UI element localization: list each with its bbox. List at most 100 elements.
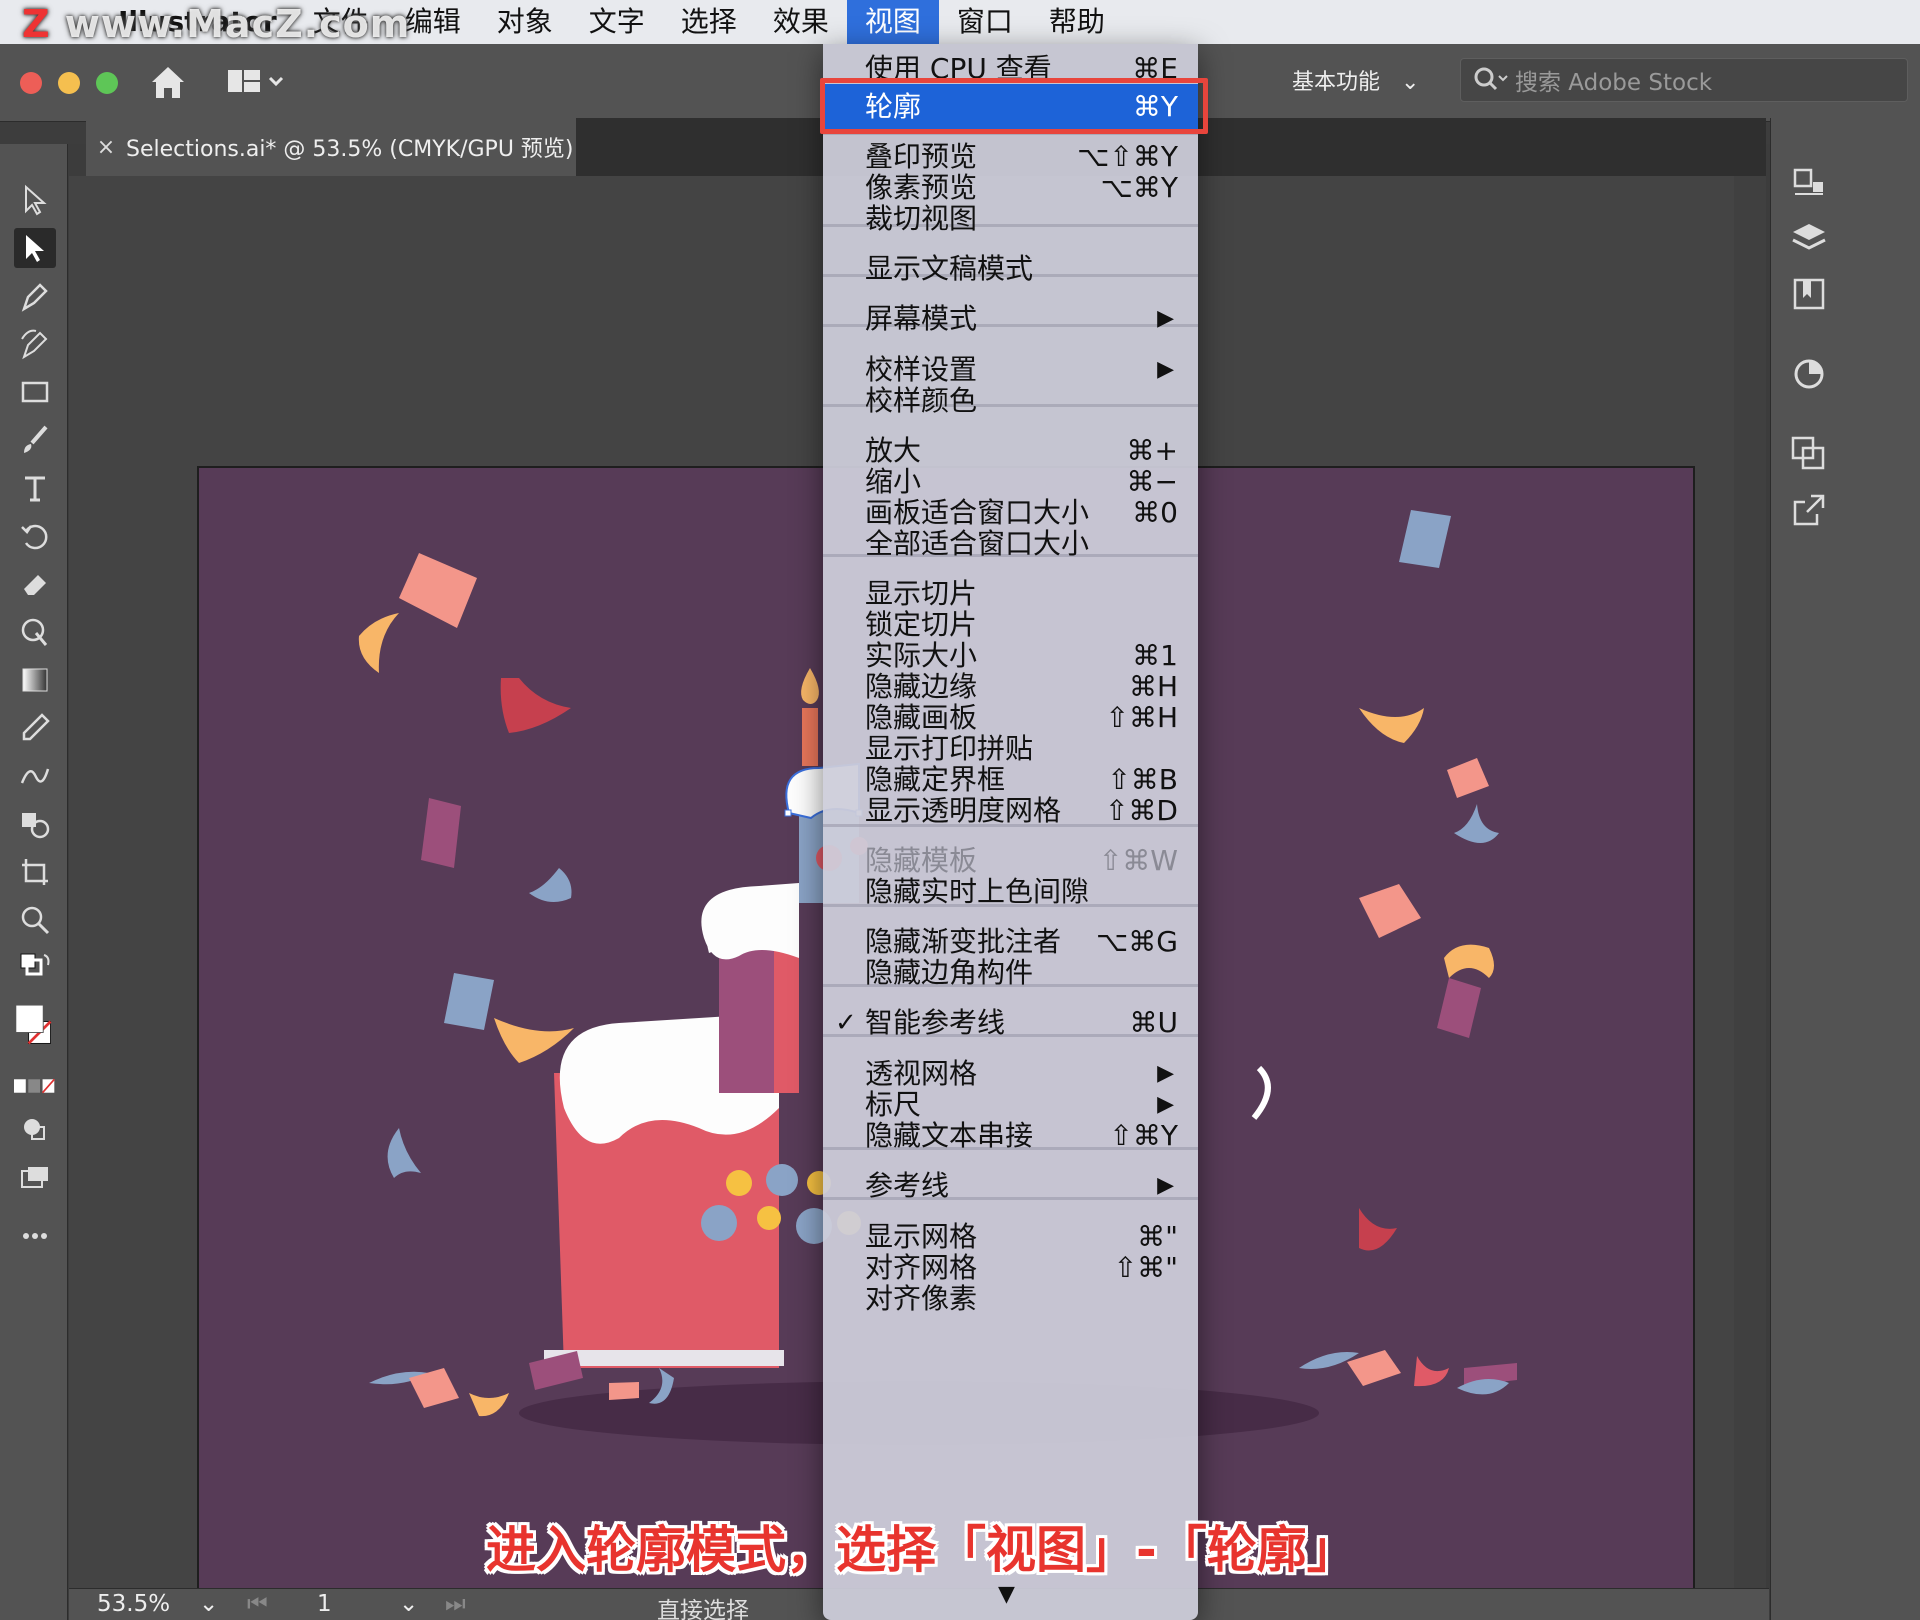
fill-stroke-swatches[interactable] xyxy=(14,996,56,1058)
artboard-icon xyxy=(22,859,48,885)
default-fill-stroke-icon xyxy=(20,953,50,976)
rotate-tool[interactable] xyxy=(14,516,56,556)
free-transform-tool[interactable] xyxy=(14,612,56,652)
menu-item-label: 对齐像素 xyxy=(865,1282,978,1315)
artboard-number-field[interactable]: 1 xyxy=(317,1591,332,1617)
color-gradient-none-icon xyxy=(14,1078,55,1094)
color-mode-buttons[interactable] xyxy=(14,1066,56,1106)
document-tab[interactable]: × Selections.ai* @ 53.5% (CMYK/GPU 预览) xyxy=(86,118,576,176)
blend-tool[interactable] xyxy=(14,756,56,796)
direct-selection-arrow-icon xyxy=(26,235,44,262)
artboard-dropdown-chevron-icon[interactable]: ⌄ xyxy=(399,1591,418,1617)
workspace-switcher[interactable]: 基本功能 ⌄ xyxy=(1292,64,1419,96)
menu-view[interactable]: 视图 xyxy=(846,0,939,44)
close-tab-icon[interactable]: × xyxy=(86,135,126,160)
submenu-arrow-icon: ▶ xyxy=(1157,306,1174,331)
tutorial-caption: 进入轮廓模式，选择「视图」-「轮廓」 xyxy=(486,1521,1357,1579)
view-menu-item[interactable]: 屏幕模式 ▶ xyxy=(823,300,1198,338)
menu-item-label: 隐藏边角构件 xyxy=(865,956,1034,989)
eraser-tool[interactable] xyxy=(14,564,56,604)
menu-item-label: 裁切视图 xyxy=(865,202,978,235)
minimize-window-button[interactable] xyxy=(58,72,80,94)
first-page-icon[interactable]: ⏮ xyxy=(247,1591,268,1617)
view-menu-item[interactable]: 隐藏实时上色间隙 xyxy=(823,873,1198,911)
home-icon[interactable] xyxy=(148,62,188,102)
menu-window[interactable]: 窗口 xyxy=(939,0,1031,44)
menu-file[interactable]: 文件 xyxy=(295,0,387,44)
menu-item-label: 全部适合窗口大小 xyxy=(865,527,1090,560)
menu-scroll-down-icon[interactable]: ▼ xyxy=(998,1582,1015,1607)
menu-help[interactable]: 帮助 xyxy=(1031,0,1123,44)
artboard-tool[interactable] xyxy=(14,852,56,892)
tools-panel xyxy=(0,144,68,1620)
shape-builder-tool[interactable] xyxy=(14,804,56,844)
menu-item-label: 智能参考线 xyxy=(865,1006,1006,1039)
menu-item-label: 隐藏实时上色间隙 xyxy=(865,875,1090,908)
curvature-tool[interactable] xyxy=(14,324,56,364)
document-tab-title: Selections.ai* @ 53.5% (CMYK/GPU 预览) xyxy=(126,137,574,162)
properties-panel-icon[interactable] xyxy=(1789,162,1829,202)
search-icon xyxy=(1474,67,1508,91)
menu-select[interactable]: 选择 xyxy=(663,0,755,44)
view-menu-item[interactable]: 全部适合窗口大小 xyxy=(823,525,1198,563)
screen-mode-icon xyxy=(21,1167,48,1188)
view-menu-item[interactable]: 参考线 ▶ xyxy=(823,1167,1198,1205)
view-menu-item[interactable]: 校样颜色 xyxy=(823,382,1198,420)
paintbrush-tool[interactable] xyxy=(14,420,56,460)
export-panel-icon[interactable] xyxy=(1789,490,1829,530)
cake-plate xyxy=(544,1350,784,1366)
view-menu-item[interactable]: ✓ 智能参考线 ⌘U xyxy=(823,1004,1198,1042)
libraries-panel-icon[interactable] xyxy=(1789,274,1829,314)
vertical-scrollbar[interactable] xyxy=(1734,176,1766,1588)
menu-item-label: 参考线 xyxy=(865,1169,950,1202)
eyedropper-tool[interactable] xyxy=(14,708,56,748)
menu-item-label: 隐藏文本串接 xyxy=(865,1119,1034,1152)
close-window-button[interactable] xyxy=(20,72,42,94)
rectangle-tool[interactable] xyxy=(14,372,56,412)
right-panel-dock xyxy=(1770,118,1920,1620)
view-menu-item[interactable]: 显示文稿模式 xyxy=(823,250,1198,288)
zoom-dropdown-chevron-icon[interactable]: ⌄ xyxy=(199,1591,218,1617)
menu-edit[interactable]: 编辑 xyxy=(387,0,479,44)
gradient-tool[interactable] xyxy=(14,660,56,700)
layers-panel-icon[interactable] xyxy=(1789,218,1829,258)
rectangle-icon xyxy=(21,381,49,403)
menu-object[interactable]: 对象 xyxy=(479,0,571,44)
view-menu-item[interactable]: 裁切视图 xyxy=(823,200,1198,238)
screen-mode-button[interactable] xyxy=(14,1158,56,1198)
menu-item-label: 校样颜色 xyxy=(865,384,978,417)
default-colors-button[interactable] xyxy=(14,948,56,988)
color-guide-icon[interactable] xyxy=(1789,354,1829,394)
selection-tool[interactable] xyxy=(14,180,56,220)
drawing-mode-button[interactable] xyxy=(14,1110,56,1150)
zoom-magnifier-icon xyxy=(21,906,50,935)
transform-panel-icon[interactable] xyxy=(1789,434,1829,474)
view-menu-item[interactable]: 对齐像素 xyxy=(823,1280,1198,1318)
zoom-level-field[interactable]: 53.5% xyxy=(97,1591,170,1617)
callout-highlight-box xyxy=(820,78,1208,134)
edit-toolbar-button[interactable] xyxy=(14,1216,56,1256)
app-menu-illustrator[interactable]: Illustrator xyxy=(78,0,295,44)
menu-item-label: 屏幕模式 xyxy=(865,302,978,335)
zoom-window-button[interactable] xyxy=(96,72,118,94)
view-menu-item[interactable]: 显示透明度网格 ⇧⌘D xyxy=(823,792,1198,830)
apple-menu-icon[interactable] xyxy=(0,0,78,44)
gradient-icon xyxy=(22,668,48,692)
view-menu-item[interactable]: 隐藏文本串接 ⇧⌘Y xyxy=(823,1117,1198,1155)
puppet-warp-icon xyxy=(21,618,48,646)
menu-effect[interactable]: 效果 xyxy=(755,0,847,44)
menu-item-label: 显示文稿模式 xyxy=(865,252,1034,285)
view-menu-item[interactable]: 隐藏边角构件 xyxy=(823,954,1198,992)
type-tool[interactable] xyxy=(14,468,56,508)
next-page-icon[interactable]: ⏭ xyxy=(445,1591,466,1617)
direct-selection-tool[interactable] xyxy=(14,228,56,268)
shape-builder-icon xyxy=(22,813,50,839)
current-tool-status: 直接选择 xyxy=(657,1598,749,1620)
view-menu-dropdown: 使用 CPU 查看 ⌘E 轮廓 ⌘Y 叠印预览 ⌥⇧⌘Y 像素预览 ⌥⌘Y 裁切视图 显示文稿模式… xyxy=(823,44,1198,1620)
paintbrush-icon xyxy=(24,425,48,453)
arrange-documents-icon[interactable] xyxy=(226,64,286,100)
stock-search-field[interactable]: 搜索 Adobe Stock xyxy=(1460,58,1908,102)
zoom-tool[interactable] xyxy=(14,900,56,940)
pen-tool[interactable] xyxy=(14,276,56,316)
menu-type[interactable]: 文字 xyxy=(571,0,663,44)
